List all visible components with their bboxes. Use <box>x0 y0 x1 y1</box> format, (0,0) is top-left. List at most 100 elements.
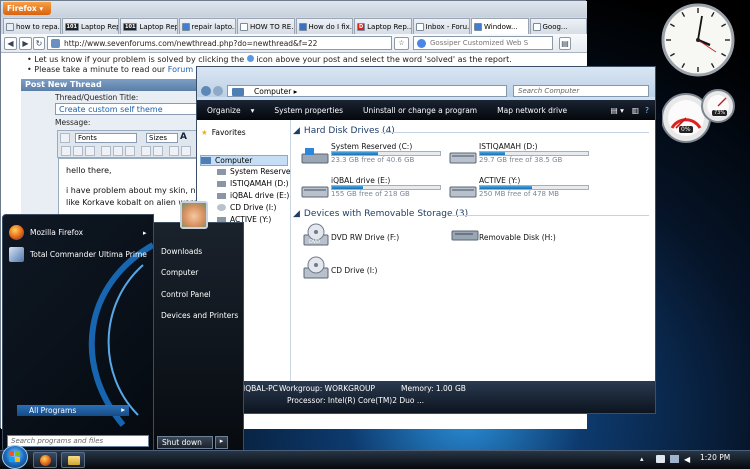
underline-icon[interactable] <box>85 146 95 156</box>
action-center-flag-icon[interactable] <box>656 455 665 463</box>
preview-pane-icon[interactable]: ▥ <box>628 106 643 115</box>
browser-tab[interactable]: Window... <box>471 18 529 34</box>
jump-list-arrow-icon[interactable]: ▸ <box>143 229 147 237</box>
firefox-menu-button[interactable]: Firefox ▾ <box>3 2 51 15</box>
system-properties-button[interactable]: System properties <box>264 106 353 115</box>
clock-gadget[interactable] <box>660 2 736 78</box>
hard-drive-icon <box>449 152 477 164</box>
nav-drive-i[interactable]: CD Drive (I:) <box>217 203 276 212</box>
browser-tab[interactable]: repair lapto... <box>178 18 236 34</box>
cd-drive-icon <box>303 256 329 279</box>
nav-favorites[interactable]: ★ Favorites <box>201 128 246 137</box>
browser-tab[interactable]: Inbox - Foru... <box>412 18 470 34</box>
shutdown-options-button[interactable]: ▸ <box>215 436 228 449</box>
start-item-devices-printers[interactable]: Devices and Printers <box>161 311 238 320</box>
outdent-icon[interactable] <box>169 146 179 156</box>
tab-favicon-icon <box>532 22 541 31</box>
cpu-meter-gadget[interactable]: 0% 73% <box>662 88 738 146</box>
nav-drive-e[interactable]: iQBAL drive (E:) <box>217 191 289 200</box>
tab-favicon-icon <box>181 22 190 31</box>
browser-tab[interactable]: HOW TO RE... <box>237 18 295 34</box>
hdd-group-header[interactable]: ◢ Hard Disk Drives (4) <box>293 126 395 136</box>
uninstall-program-button[interactable]: Uninstall or change a program <box>353 106 487 115</box>
memory-percent: 73% <box>712 110 728 116</box>
browser-tab[interactable]: 101Laptop Rep... <box>120 18 178 34</box>
numbered-list-icon[interactable] <box>141 146 151 156</box>
page-menu-icon[interactable]: ▤ <box>559 37 571 50</box>
computer-icon <box>201 157 211 164</box>
all-programs-button[interactable]: All Programs ▸ <box>17 405 129 416</box>
thread-title-input[interactable]: Create custom self theme <box>55 103 200 115</box>
taskbar-explorer-button[interactable] <box>61 452 85 468</box>
reload-button[interactable]: ↻ <box>33 37 45 50</box>
nav-drive-d[interactable]: ISTIQAMAH (D:) <box>217 179 289 188</box>
views-icon[interactable]: ▤ ▾ <box>601 106 628 115</box>
taskbar-clock[interactable]: 1:20 PM <box>700 453 730 462</box>
start-item-control-panel[interactable]: Control Panel <box>161 290 211 299</box>
tab-label: Goog... <box>542 22 568 31</box>
user-avatar[interactable] <box>180 201 208 229</box>
start-item-computer[interactable]: Computer <box>161 268 198 277</box>
browser-tab[interactable]: 101Laptop Rep... <box>61 18 119 34</box>
start-item-downloads[interactable]: Downloads <box>161 247 202 256</box>
align-center-icon[interactable] <box>113 146 123 156</box>
bold-icon[interactable] <box>61 146 71 156</box>
browser-tab[interactable]: how to repa... <box>3 18 61 34</box>
editor-mode-icon[interactable] <box>60 133 70 143</box>
map-network-drive-button[interactable]: Map network drive <box>487 106 577 115</box>
network-icon[interactable] <box>670 455 679 463</box>
explorer-window: Computer ▸ Search Computer Organize ▾ Sy… <box>196 66 656 414</box>
font-color-icon[interactable]: A <box>180 132 187 142</box>
drive-free-space: 29.7 GB free of 38.5 GB <box>479 156 563 164</box>
italic-icon[interactable] <box>73 146 83 156</box>
start-item-total-commander[interactable]: Total Commander Ultima Prime <box>9 247 147 262</box>
drive-y-item[interactable] <box>449 180 477 200</box>
search-engine-icon[interactable] <box>417 39 426 48</box>
windows-logo-icon <box>9 451 20 462</box>
organize-button[interactable]: Organize <box>197 106 251 115</box>
tab-label: How do I fix... <box>308 22 353 31</box>
computer-name: IQBAL-PC <box>243 384 278 393</box>
drive-d-item[interactable] <box>449 146 477 166</box>
font-select[interactable]: Fonts <box>75 133 137 143</box>
tab-label: Laptop Rep... <box>367 22 412 31</box>
browser-tab[interactable]: Goog... <box>529 18 587 34</box>
start-button[interactable] <box>2 445 28 469</box>
drive-name: ISTIQAMAH (D:) <box>479 142 538 151</box>
volume-icon[interactable]: ◀ <box>684 455 690 464</box>
address-breadcrumb[interactable]: Computer ▸ <box>227 85 507 97</box>
tab-favicon-icon <box>240 22 248 31</box>
message-label: Message: <box>55 118 91 127</box>
taskbar-firefox-button[interactable] <box>33 452 57 468</box>
nav-computer[interactable]: Computer <box>200 155 288 166</box>
content-pane: ◢ Hard Disk Drives (4) System Reserved (… <box>291 120 655 381</box>
drive-e-item[interactable] <box>301 180 329 200</box>
indent-icon[interactable] <box>181 146 191 156</box>
bullet-list-icon[interactable] <box>153 146 163 156</box>
tab-label: Laptop Rep... <box>139 22 176 31</box>
dvd-drive-item[interactable]: DVD <box>303 223 329 247</box>
url-bar[interactable]: http://www.sevenforums.com/newthread.php… <box>47 36 392 50</box>
site-identity-icon[interactable] <box>51 39 60 48</box>
browser-tab[interactable]: How do I fix... <box>295 18 353 34</box>
shutdown-button[interactable]: Shut down <box>157 436 213 449</box>
start-item-firefox[interactable]: Mozilla Firefox <box>9 225 83 240</box>
align-left-icon[interactable] <box>101 146 111 156</box>
align-right-icon[interactable] <box>125 146 135 156</box>
removable-group-header[interactable]: ◢ Devices with Removable Storage (3) <box>293 209 468 219</box>
help-icon[interactable]: ? <box>643 106 655 115</box>
cd-drive-item[interactable] <box>303 256 329 280</box>
browser-tab[interactable]: D Laptop Rep... <box>354 18 412 34</box>
drive-c-item[interactable] <box>301 146 329 166</box>
back-icon[interactable] <box>201 86 211 96</box>
forward-button[interactable]: ▶ <box>19 37 32 50</box>
explorer-search-input[interactable]: Search Computer <box>513 85 649 97</box>
search-bar[interactable]: Gossiper Customized Web S <box>413 36 553 50</box>
size-select[interactable]: Sizes <box>146 133 178 143</box>
forward-icon[interactable] <box>213 86 223 96</box>
bookmark-star-icon[interactable]: ☆ <box>394 37 409 50</box>
back-button[interactable]: ◀ <box>4 37 17 50</box>
show-hidden-icons-icon[interactable]: ▴ <box>640 455 644 463</box>
removable-disk-item[interactable] <box>451 228 479 242</box>
start-search-input[interactable]: Search programs and files <box>7 435 149 447</box>
